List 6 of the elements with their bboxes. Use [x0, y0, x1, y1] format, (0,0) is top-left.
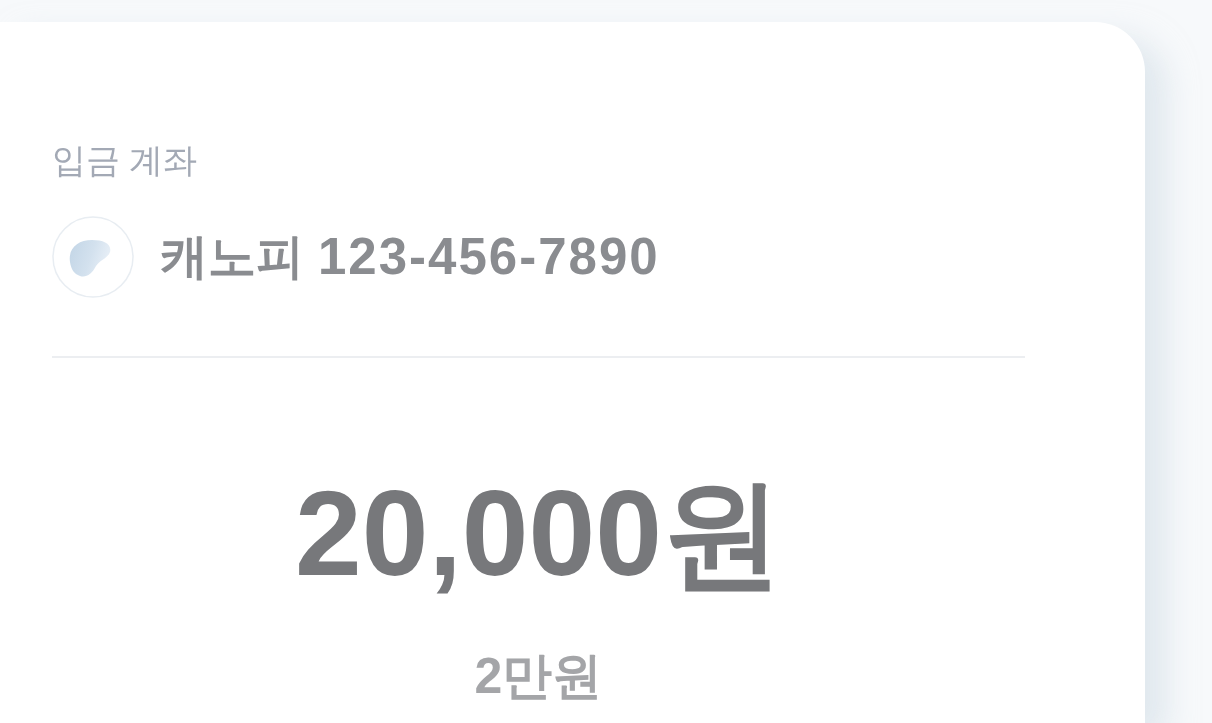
account-number: 123-456-7890 [318, 227, 660, 288]
amount-in-words: 2만원 [474, 651, 603, 701]
bank-logo-icon [52, 216, 134, 298]
amount-value: 20,000원 [295, 473, 782, 593]
bank-name: 캐노피 [160, 229, 304, 286]
section-label: 입금 계좌 [52, 140, 198, 181]
